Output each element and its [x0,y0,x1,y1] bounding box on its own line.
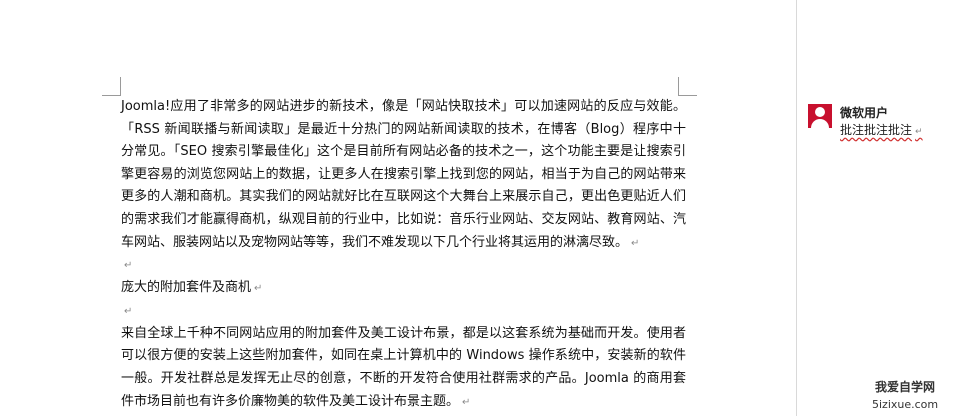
paragraph-mark-icon: ↵ [124,306,133,318]
paragraph-mark-icon: ↵ [462,396,471,408]
paragraph-mark-icon: ↵ [915,127,923,137]
empty-paragraph[interactable]: ↵ [121,300,686,323]
user-avatar-icon [808,104,832,128]
paragraph-1[interactable]: Joomla!应用了非常多的网站进步的新技术，像是「网站快取技术」可以加速网站的… [121,96,686,254]
paragraph-mark-icon: ↵ [124,260,133,271]
crop-mark-left-v [120,77,121,96]
paragraph-2[interactable]: 来自全球上千种不同网站应用的附加套件及美工设计布景，都是以这套系统为基础而开发。… [121,323,686,414]
crop-mark-right-v [678,77,679,96]
crop-mark-left-h [102,95,121,96]
comment-pane [797,0,965,416]
site-watermark: 我爱自学网 5izixue.com [872,380,939,411]
comment-text[interactable]: 批注批注批注 ↵ [840,121,923,138]
comment-author: 微软用户 [840,106,889,120]
paragraph-mark-icon: ↵ [631,237,640,249]
document-page: Joomla!应用了非常多的网站进步的新技术，像是「网站快取技术」可以加速网站的… [0,0,797,416]
paragraph-mark-icon: ↵ [254,282,263,294]
section-heading[interactable]: 庞大的附加套件及商机 ↵ [121,277,686,301]
document-body[interactable]: Joomla!应用了非常多的网站进步的新技术，像是「网站快取技术」可以加速网站的… [121,96,686,414]
empty-paragraph[interactable]: ↵ [121,254,686,277]
